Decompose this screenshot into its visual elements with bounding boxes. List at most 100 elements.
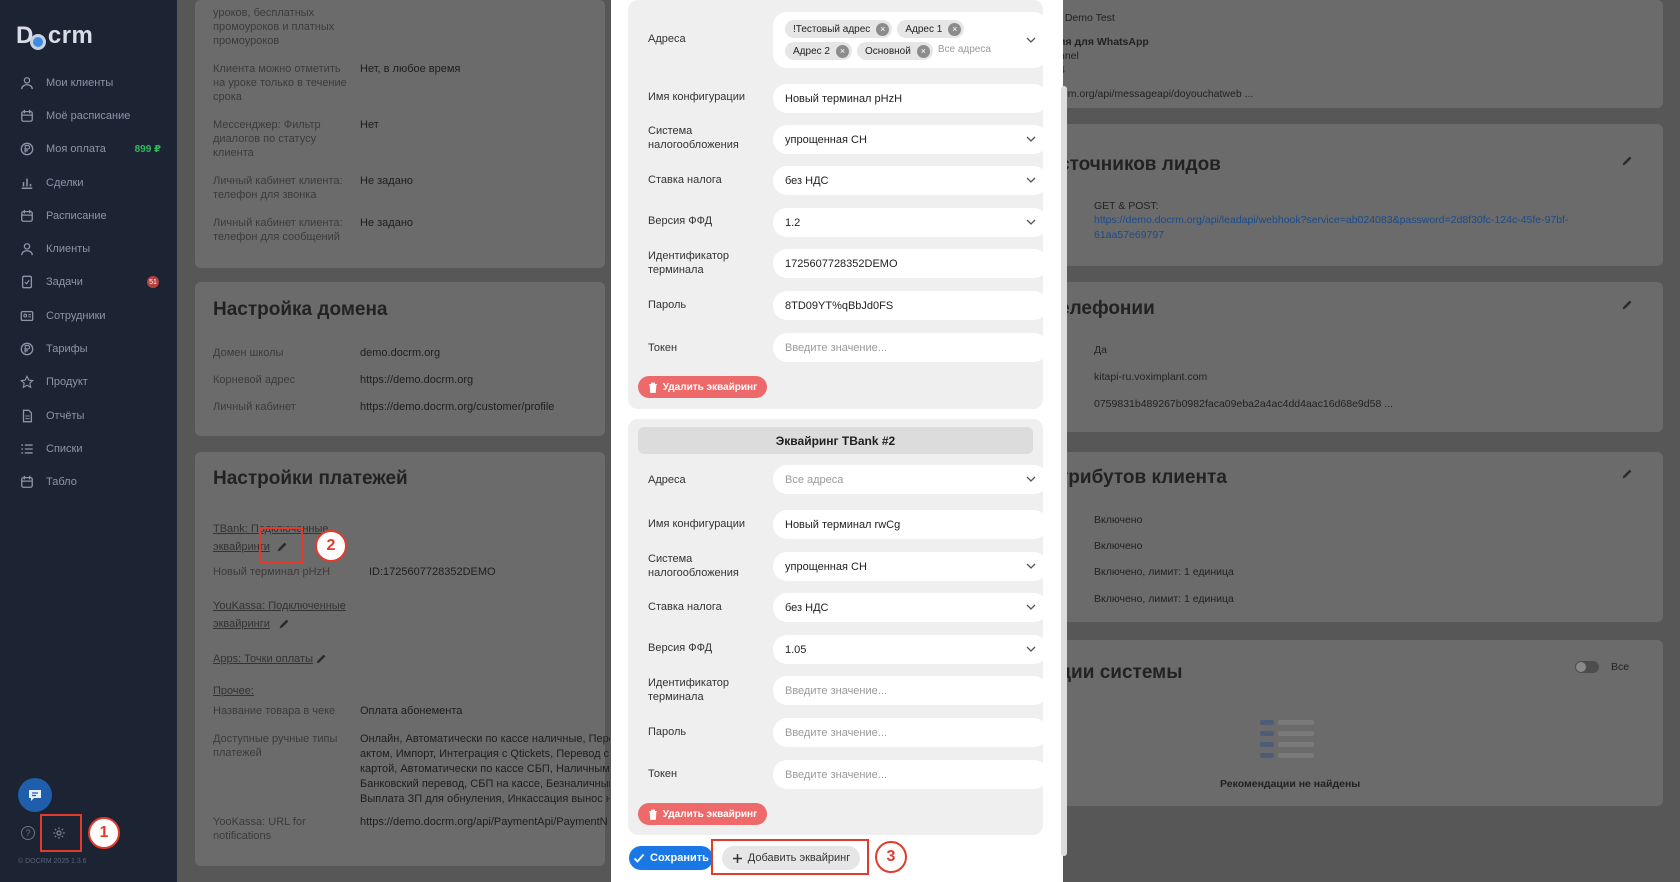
remove-tag-icon[interactable]: ×	[916, 44, 930, 58]
sidebar-item-my-payment[interactable]: Моя оплата 899 ₽	[0, 133, 177, 166]
tax-rate-select-2[interactable]: без НДС	[773, 593, 1048, 622]
show-all-toggle[interactable]	[1575, 661, 1599, 673]
chevron-down-icon	[1026, 604, 1036, 610]
address-tag: Основной ×	[856, 42, 933, 60]
bar-chart-icon	[20, 176, 34, 190]
currency-icon	[20, 142, 34, 156]
delete-acquiring-button-2[interactable]: Удалить эквайринг	[638, 803, 767, 825]
pencil-icon[interactable]	[1620, 154, 1634, 168]
chat-button[interactable]	[18, 778, 52, 812]
staff-icon	[20, 309, 34, 323]
tax-rate-select-1[interactable]: без НДС	[773, 166, 1048, 195]
card-2-title: Эквайринг TBank #2	[638, 427, 1033, 454]
annotation-marker-3: 3	[875, 841, 907, 873]
domain-title: Настройка домена	[213, 299, 388, 320]
sidebar-nav: Мои клиенты Моё расписание Моя оплата 89…	[0, 66, 177, 499]
sidebar-item-tasks[interactable]: Задачи 51	[0, 266, 177, 299]
panel-lead-sources	[1057, 124, 1663, 266]
address-tag: !Тестовый адрес ×	[785, 20, 893, 38]
sidebar-item-board[interactable]: Табло	[0, 466, 177, 499]
annotation-box-3	[711, 839, 869, 875]
pencil-icon[interactable]	[1620, 298, 1634, 312]
tax-system-select-1[interactable]: упрощенная СН	[773, 125, 1048, 154]
pencil-icon[interactable]	[1620, 467, 1634, 481]
terminal-id-input-2[interactable]: Введите значение...	[773, 676, 1048, 705]
user-icon	[20, 242, 34, 256]
calendar-icon	[20, 475, 34, 489]
calendar-icon	[20, 209, 34, 223]
annotation-box-2	[259, 527, 303, 563]
pencil-icon[interactable]	[277, 617, 291, 631]
logo-dot-icon	[29, 34, 46, 50]
trash-icon	[648, 382, 657, 393]
sidebar-item-deals[interactable]: Сделки	[0, 166, 177, 199]
tax-system-select-2[interactable]: упрощенная СН	[773, 552, 1048, 581]
remove-tag-icon[interactable]: ×	[948, 22, 962, 36]
help-icon[interactable]: ?	[21, 826, 35, 840]
delete-acquiring-button-1[interactable]: Удалить эквайринг	[638, 376, 767, 398]
address-tag: Адрес 2 ×	[785, 42, 852, 60]
chevron-down-icon	[1026, 476, 1036, 482]
sidebar-item-schedule[interactable]: Расписание	[0, 199, 177, 232]
pencil-icon[interactable]	[314, 652, 328, 666]
sidebar-item-lists[interactable]: Списки	[0, 432, 177, 465]
chevron-down-icon	[1026, 37, 1036, 43]
empty-list-icon	[1260, 720, 1314, 758]
chevron-down-icon	[1026, 136, 1036, 142]
task-icon	[20, 275, 34, 289]
calendar-icon	[20, 109, 34, 123]
remove-tag-icon[interactable]: ×	[835, 44, 849, 58]
logo[interactable]: D crm	[16, 22, 93, 50]
config-name-input-2[interactable]: Новый терминал rwCg	[773, 510, 1048, 539]
save-button[interactable]: Сохранить	[629, 846, 713, 870]
balance-badge: 899 ₽	[134, 143, 161, 155]
acquiring-card-1: Адреса !Тестовый адрес × Адрес 1 × Адрес 2 ×…	[628, 0, 1048, 409]
annotation-box-1	[40, 814, 82, 852]
tasks-count-badge: 51	[147, 276, 159, 289]
ffd-version-select-2[interactable]: 1.05	[773, 635, 1048, 664]
sidebar-item-product[interactable]: Продукт	[0, 366, 177, 399]
sidebar-item-staff[interactable]: Сотрудники	[0, 299, 177, 332]
lead-webhook-url[interactable]: https://demo.docrm.org/api/leadapi/webho…	[1094, 214, 1569, 227]
addresses-select-1[interactable]: !Тестовый адрес × Адрес 1 × Адрес 2 × Основно…	[773, 12, 1048, 68]
apps-payment-points-link[interactable]: Apps: Точки оплаты	[213, 652, 313, 666]
list-icon	[20, 442, 34, 456]
star-icon	[20, 375, 34, 389]
sidebar-item-my-clients[interactable]: Мои клиенты	[0, 66, 177, 99]
lead-webhook-url-2[interactable]: 61aa57e69797	[1094, 229, 1164, 242]
acquiring-card-2: Эквайринг TBank #2 Адреса Все адреса Имя…	[628, 419, 1048, 835]
ffd-version-select-1[interactable]: 1.2	[773, 208, 1048, 237]
other-link[interactable]: Прочее:	[213, 684, 254, 698]
token-input-1[interactable]: Введите значение...	[773, 333, 1048, 362]
chevron-down-icon	[1026, 646, 1036, 652]
youkassa-link-2[interactable]: эквайринги	[213, 617, 270, 631]
address-tag: Адрес 1 ×	[897, 20, 965, 38]
token-input-2[interactable]: Введите значение...	[773, 760, 1048, 789]
sidebar: D crm Мои клиенты Моё расписание Моя опл…	[0, 0, 177, 882]
acquiring-modal: Адреса !Тестовый адрес × Адрес 1 × Адрес 2 ×…	[611, 0, 1063, 882]
config-name-input-1[interactable]: Новый терминал pHzH	[773, 84, 1048, 113]
chevron-down-icon	[1026, 219, 1036, 225]
user-icon	[20, 76, 34, 90]
terminal-id-input-1[interactable]: 1725607728352DEMO	[773, 249, 1048, 278]
modal-scrollbar[interactable]	[1061, 86, 1067, 856]
remove-tag-icon[interactable]: ×	[876, 22, 890, 36]
currency-icon	[20, 342, 34, 356]
sidebar-item-my-schedule[interactable]: Моё расписание	[0, 99, 177, 132]
youkassa-link[interactable]: YouKassa: Подключенные	[213, 599, 346, 613]
annotation-marker-1: 1	[88, 817, 120, 849]
chat-icon	[29, 790, 41, 801]
check-icon	[633, 853, 645, 863]
trash-icon	[648, 809, 657, 820]
addresses-select-2[interactable]: Все адреса	[773, 465, 1048, 494]
report-icon	[20, 409, 34, 423]
copyright: © DOCRM 2025 1.3.6	[18, 858, 87, 865]
sidebar-item-tariffs[interactable]: Тарифы	[0, 332, 177, 365]
sidebar-item-clients[interactable]: Клиенты	[0, 232, 177, 265]
password-input-2[interactable]: Введите значение...	[773, 718, 1048, 747]
password-input-1[interactable]: 8TD09YT%qBbJd0FS	[773, 291, 1048, 320]
chevron-down-icon	[1026, 177, 1036, 183]
annotation-marker-2: 2	[315, 530, 347, 562]
sidebar-item-reports[interactable]: Отчёты	[0, 399, 177, 432]
payments-title: Настройки платежей	[213, 468, 408, 489]
